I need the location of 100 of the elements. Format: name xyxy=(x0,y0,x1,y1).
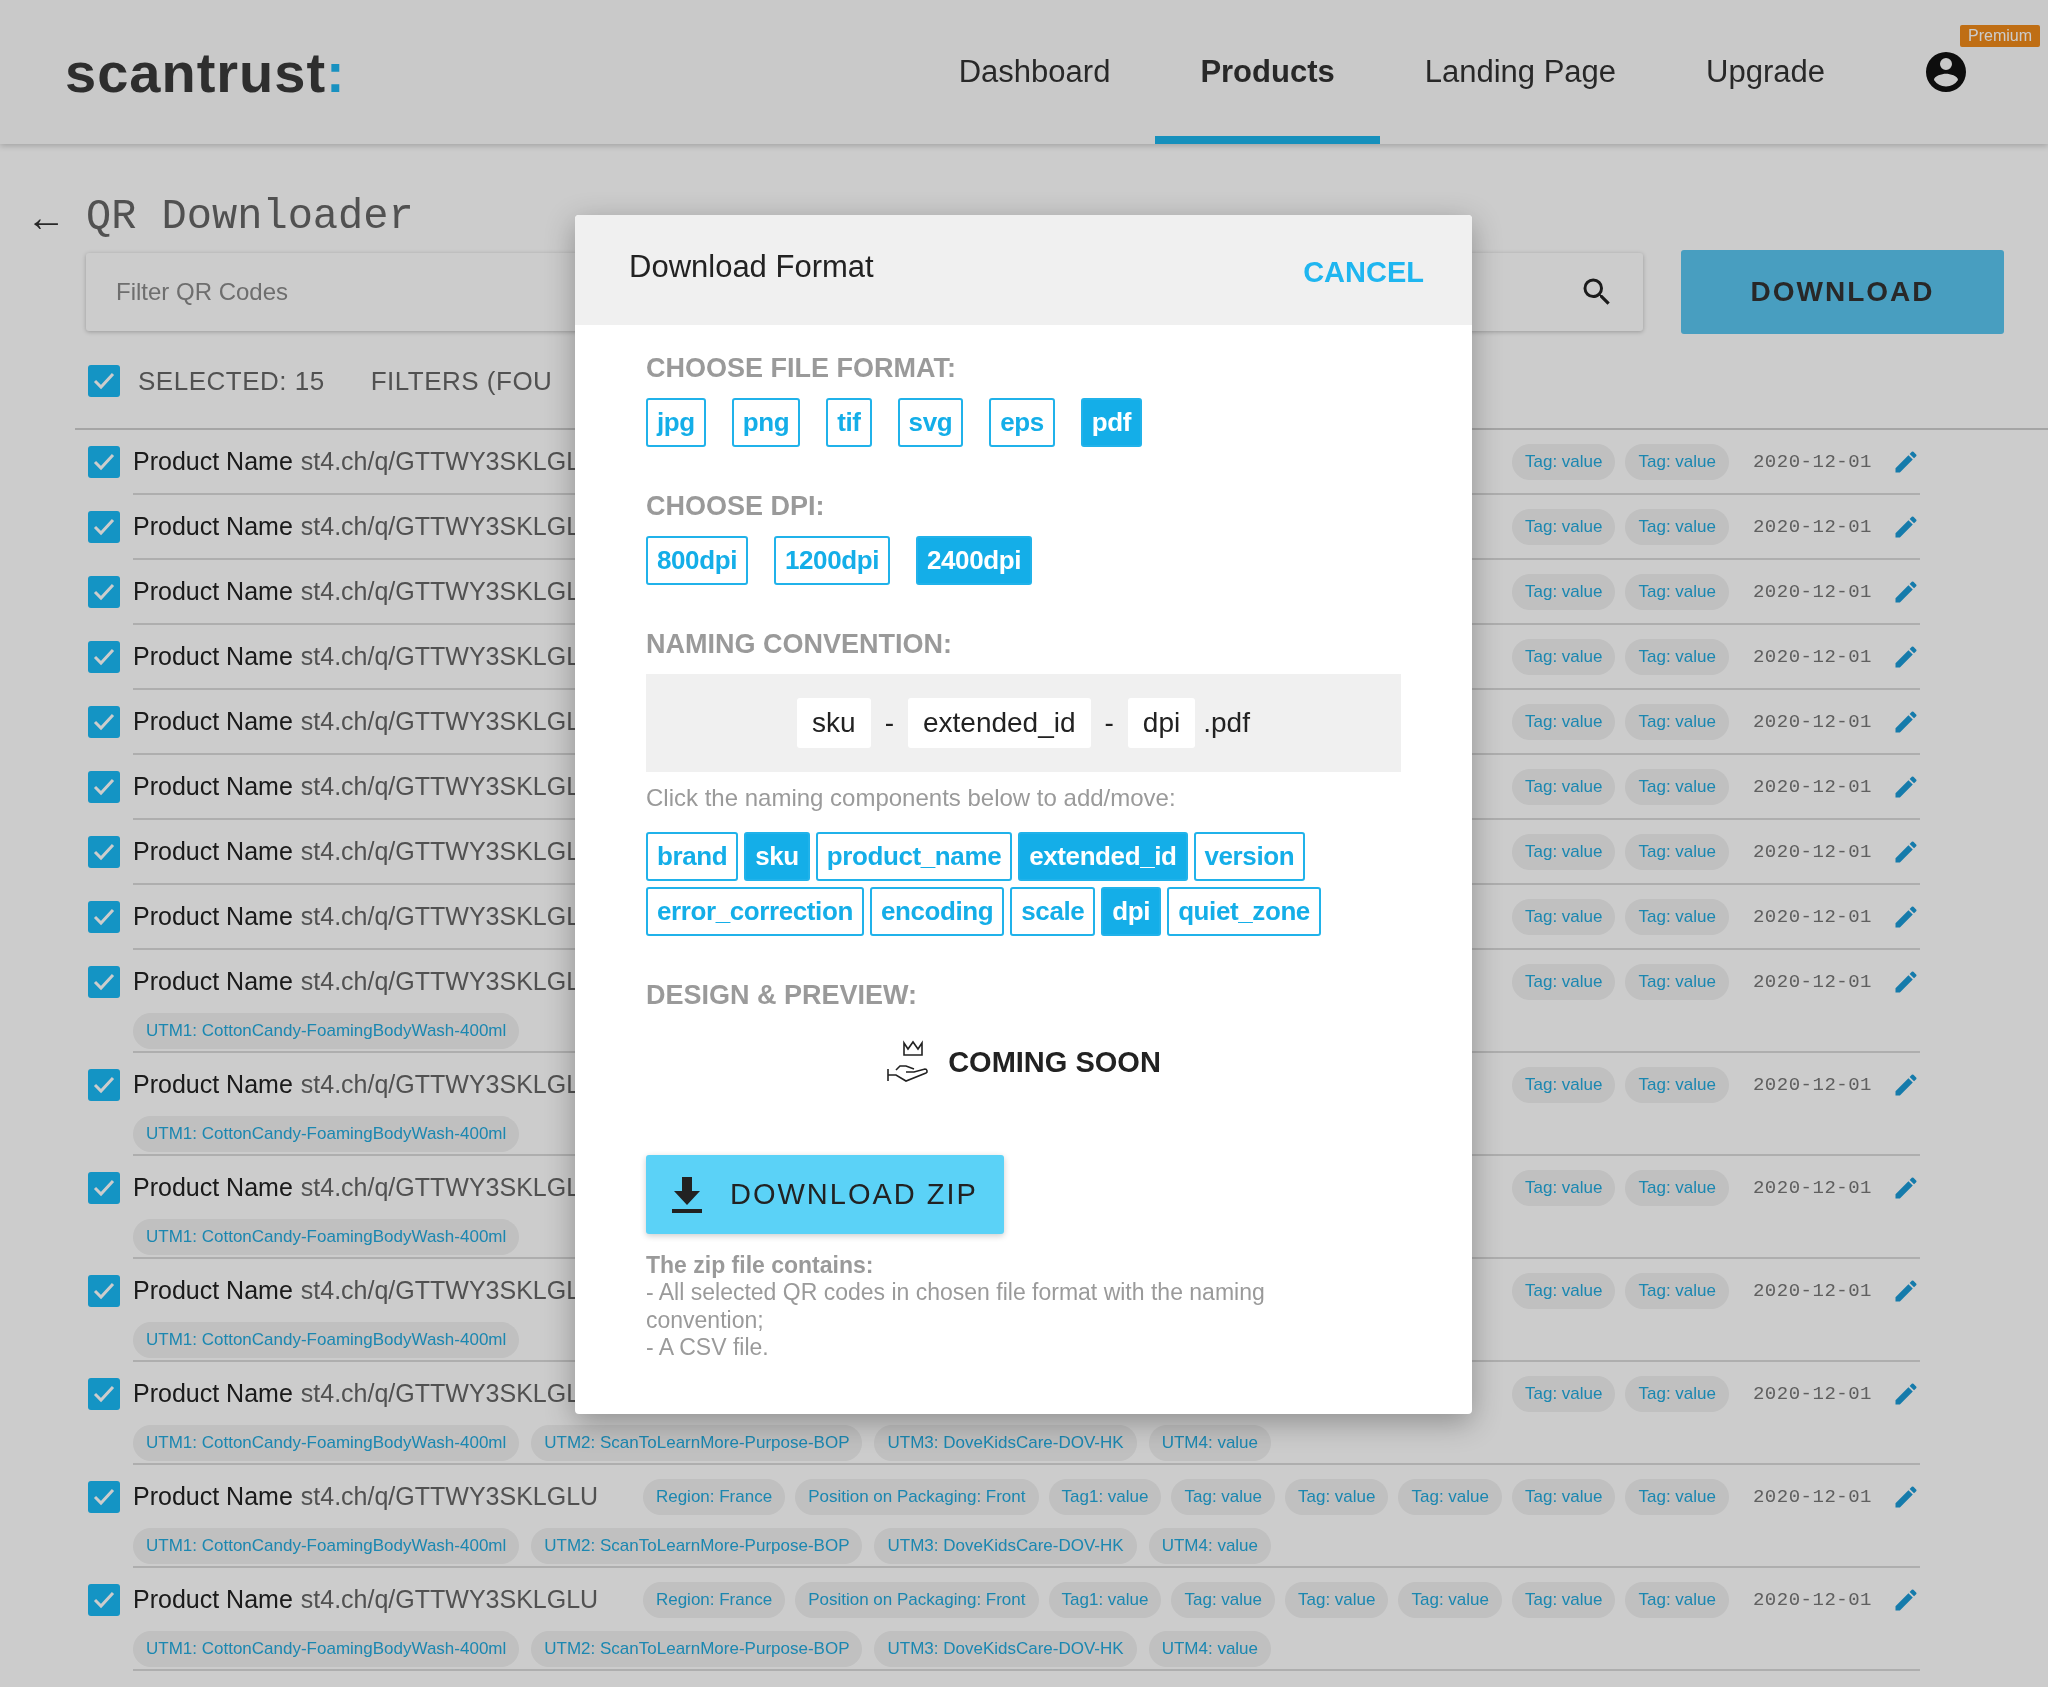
date: 2020-12-01 xyxy=(1752,645,1872,668)
tag-chip: Tag1: value xyxy=(1048,1581,1162,1618)
product-name: Product Name xyxy=(133,1070,293,1099)
date: 2020-12-01 xyxy=(1752,1279,1872,1302)
tag-chip: Tag: value xyxy=(1511,1478,1616,1515)
tag-chip: Tag: value xyxy=(1625,443,1729,480)
date: 2020-12-01 xyxy=(1752,515,1872,538)
tag-chip: Tag: value xyxy=(1398,1478,1502,1515)
separator: - xyxy=(883,707,895,739)
tag-chip: Position on Packaging: Front xyxy=(795,1581,1039,1618)
date: 2020-12-01 xyxy=(1752,1176,1872,1199)
tag-chip: Tag: value xyxy=(1284,1478,1389,1515)
tag-chip: Tag: value xyxy=(1398,1581,1502,1618)
date: 2020-12-01 xyxy=(1752,1588,1872,1611)
file-extension: .pdf xyxy=(1203,707,1250,739)
tag-chip: Tag1: value xyxy=(1048,1478,1162,1515)
product-name: Product Name xyxy=(133,967,293,996)
utm-chip: UTM2: ScanToLearnMore-Purpose-BOP xyxy=(531,1631,863,1667)
tag-chip: Tag: value xyxy=(1625,1169,1729,1206)
utm-chip: UTM1: CottonCandy-FoamingBodyWash-400ml xyxy=(133,1116,520,1152)
utm-chip: UTM4: value xyxy=(1148,1425,1272,1461)
tag-chip: Tag: value xyxy=(1511,508,1616,545)
product-name: Product Name xyxy=(133,1379,293,1408)
utm-chip: UTM3: DoveKidsCare-DOV-HK xyxy=(874,1631,1137,1667)
date: 2020-12-01 xyxy=(1752,580,1872,603)
utm-chip: UTM2: ScanToLearnMore-Purpose-BOP xyxy=(531,1528,863,1564)
utm-chip: UTM1: CottonCandy-FoamingBodyWash-400ml xyxy=(133,1631,520,1667)
dialog-title: Download Format xyxy=(629,249,874,285)
utm-chip: UTM1: CottonCandy-FoamingBodyWash-400ml xyxy=(133,1219,520,1255)
product-name: Product Name xyxy=(133,512,293,541)
product-url: st4.ch/q/GTTWY3SKLGL xyxy=(300,707,581,736)
tag-chip: Tag: value xyxy=(1625,1066,1729,1103)
utm-chip: UTM4: value xyxy=(1148,1528,1272,1564)
tag-chip: Tag: value xyxy=(1171,1581,1275,1618)
date: 2020-12-01 xyxy=(1752,1485,1872,1508)
product-url: st4.ch/q/GTTWY3SKLGL xyxy=(300,1276,581,1305)
section-label: NAMING CONVENTION: xyxy=(646,629,953,660)
product-name: Product Name xyxy=(133,1276,293,1305)
tag-chip: Tag: value xyxy=(1625,1375,1729,1412)
product-name: Product Name xyxy=(133,707,293,736)
product-name: Product Name xyxy=(133,1585,293,1614)
product-url: st4.ch/q/GTTWY3SKLGL xyxy=(300,447,581,476)
date: 2020-12-01 xyxy=(1752,1073,1872,1096)
tag-chip: Tag: value xyxy=(1625,1272,1729,1309)
product-url: st4.ch/q/GTTWY3SKLGLU xyxy=(300,1585,599,1614)
date: 2020-12-01 xyxy=(1752,840,1872,863)
utm-chip: UTM4: value xyxy=(1148,1631,1272,1667)
product-name: Product Name xyxy=(133,902,293,931)
utm-chip: UTM1: CottonCandy-FoamingBodyWash-400ml xyxy=(133,1322,520,1358)
selected-count: SELECTED: 15 xyxy=(138,365,325,397)
tag-chip: Tag: value xyxy=(1511,1169,1616,1206)
product-url: st4.ch/q/GTTWY3SKLGL xyxy=(300,642,581,671)
product-name: Product Name xyxy=(133,1482,293,1511)
product-name: Product Name xyxy=(133,447,293,476)
product-url: st4.ch/q/GTTWY3SKLGL xyxy=(300,1173,581,1202)
utm-chip: UTM1: CottonCandy-FoamingBodyWash-400ml xyxy=(133,1528,520,1564)
tag-chip: Position on Packaging: Front xyxy=(795,1478,1039,1515)
product-name: Product Name xyxy=(133,642,293,671)
tag-chip: Tag: value xyxy=(1625,833,1729,870)
utm-chip: UTM3: DoveKidsCare-DOV-HK xyxy=(874,1425,1137,1461)
tag-chip: Tag: value xyxy=(1511,1066,1616,1103)
product-name: Product Name xyxy=(133,837,293,866)
date: 2020-12-01 xyxy=(1752,775,1872,798)
product-url: st4.ch/q/GTTWY3SKLGL xyxy=(300,512,581,541)
product-url: st4.ch/q/GTTWY3SKLGL xyxy=(300,967,581,996)
product-url: st4.ch/q/GTTWY3SKLGL xyxy=(300,1070,581,1099)
product-url: st4.ch/q/GTTWY3SKLGLU xyxy=(300,1482,599,1511)
product-name: Product Name xyxy=(133,577,293,606)
date: 2020-12-01 xyxy=(1752,450,1872,473)
product-url: st4.ch/q/GTTWY3SKLGL xyxy=(300,902,581,931)
tag-chip: Tag: value xyxy=(1511,768,1616,805)
product-url: st4.ch/q/GTTWY3SKLGL xyxy=(300,837,581,866)
section-label: CHOOSE FILE FORMAT: xyxy=(646,353,957,384)
tag-chip: Tag: value xyxy=(1625,508,1729,545)
date: 2020-12-01 xyxy=(1752,905,1872,928)
utm-chip: UTM1: CottonCandy-FoamingBodyWash-400ml xyxy=(133,1425,520,1461)
premium-badge: Premium xyxy=(1960,25,2040,47)
tag-chip: Tag: value xyxy=(1284,1581,1389,1618)
tag-chip: Tag: value xyxy=(1511,573,1616,610)
tag-chip: Tag: value xyxy=(1511,1375,1616,1412)
tag-chip: Tag: value xyxy=(1511,443,1616,480)
date: 2020-12-01 xyxy=(1752,1382,1872,1405)
coming-soon-label: COMING SOON xyxy=(948,1045,1161,1079)
date: 2020-12-01 xyxy=(1752,710,1872,733)
tag-chip: Tag: value xyxy=(1625,573,1729,610)
page-title: QR Downloader xyxy=(86,193,414,241)
zip-info-line: - All selected QR codes in chosen file format with the naming convention; xyxy=(646,1279,1266,1335)
tag-chip: Tag: value xyxy=(1625,768,1729,805)
section-label: CHOOSE DPI: xyxy=(646,491,826,522)
tag-chip: Tag: value xyxy=(1511,1581,1616,1618)
product-name: Product Name xyxy=(133,772,293,801)
product-url: st4.ch/q/GTTWY3SKLGL xyxy=(300,772,581,801)
tag-chip: Region: France xyxy=(642,1581,786,1618)
product-url: st4.ch/q/GTTWY3SKLGL xyxy=(300,1379,581,1408)
tag-chip: Tag: value xyxy=(1511,898,1616,935)
zip-info-line: - A CSV file. xyxy=(646,1334,770,1362)
tag-chip: Tag: value xyxy=(1171,1478,1275,1515)
tag-chip: Tag: value xyxy=(1625,1581,1729,1618)
section-label: DESIGN & PREVIEW: xyxy=(646,980,919,1011)
tag-chip: Tag: value xyxy=(1511,833,1616,870)
